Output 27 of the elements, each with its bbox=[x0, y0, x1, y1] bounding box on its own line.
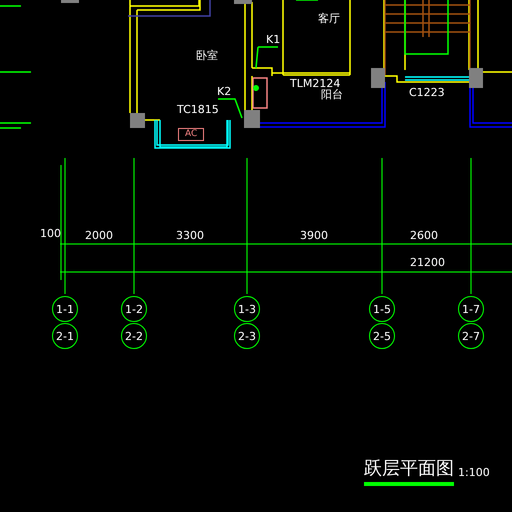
dimension-text: 100 bbox=[40, 228, 61, 239]
axis-bubble: 2-3 bbox=[234, 323, 260, 349]
opening-label: TLM2124 bbox=[290, 78, 340, 89]
room-label: 阳台 bbox=[321, 89, 343, 100]
scale-text: 1:100 bbox=[458, 466, 490, 479]
axis-bubble: 1-3 bbox=[234, 296, 260, 322]
axis-bubble: 1-2 bbox=[121, 296, 147, 322]
axis-bubble: 1-5 bbox=[369, 296, 395, 322]
dimension-text: 21200 bbox=[410, 257, 445, 268]
axis-bubble: 2-1 bbox=[52, 323, 78, 349]
dimension-text: 3300 bbox=[176, 230, 204, 241]
opening-label: TC1815 bbox=[177, 104, 219, 115]
axis-bubble: 2-7 bbox=[458, 323, 484, 349]
air-conditioner-label: AC bbox=[178, 128, 204, 141]
dimension-text: 2000 bbox=[85, 230, 113, 241]
room-label: 客厅 bbox=[318, 13, 340, 24]
opening-label: C1223 bbox=[409, 87, 445, 98]
room-label: 卧室 bbox=[196, 50, 218, 61]
drawing-title: 跃层平面图 bbox=[364, 460, 454, 486]
dimension-text: 2600 bbox=[410, 230, 438, 241]
tag-label: K1 bbox=[266, 34, 280, 45]
axis-bubble: 1-7 bbox=[458, 296, 484, 322]
axis-bubble: 2-5 bbox=[369, 323, 395, 349]
axis-bubble: 1-1 bbox=[52, 296, 78, 322]
dimension-text: 3900 bbox=[300, 230, 328, 241]
tag-label: K2 bbox=[217, 86, 232, 97]
axis-bubble: 2-2 bbox=[121, 323, 147, 349]
